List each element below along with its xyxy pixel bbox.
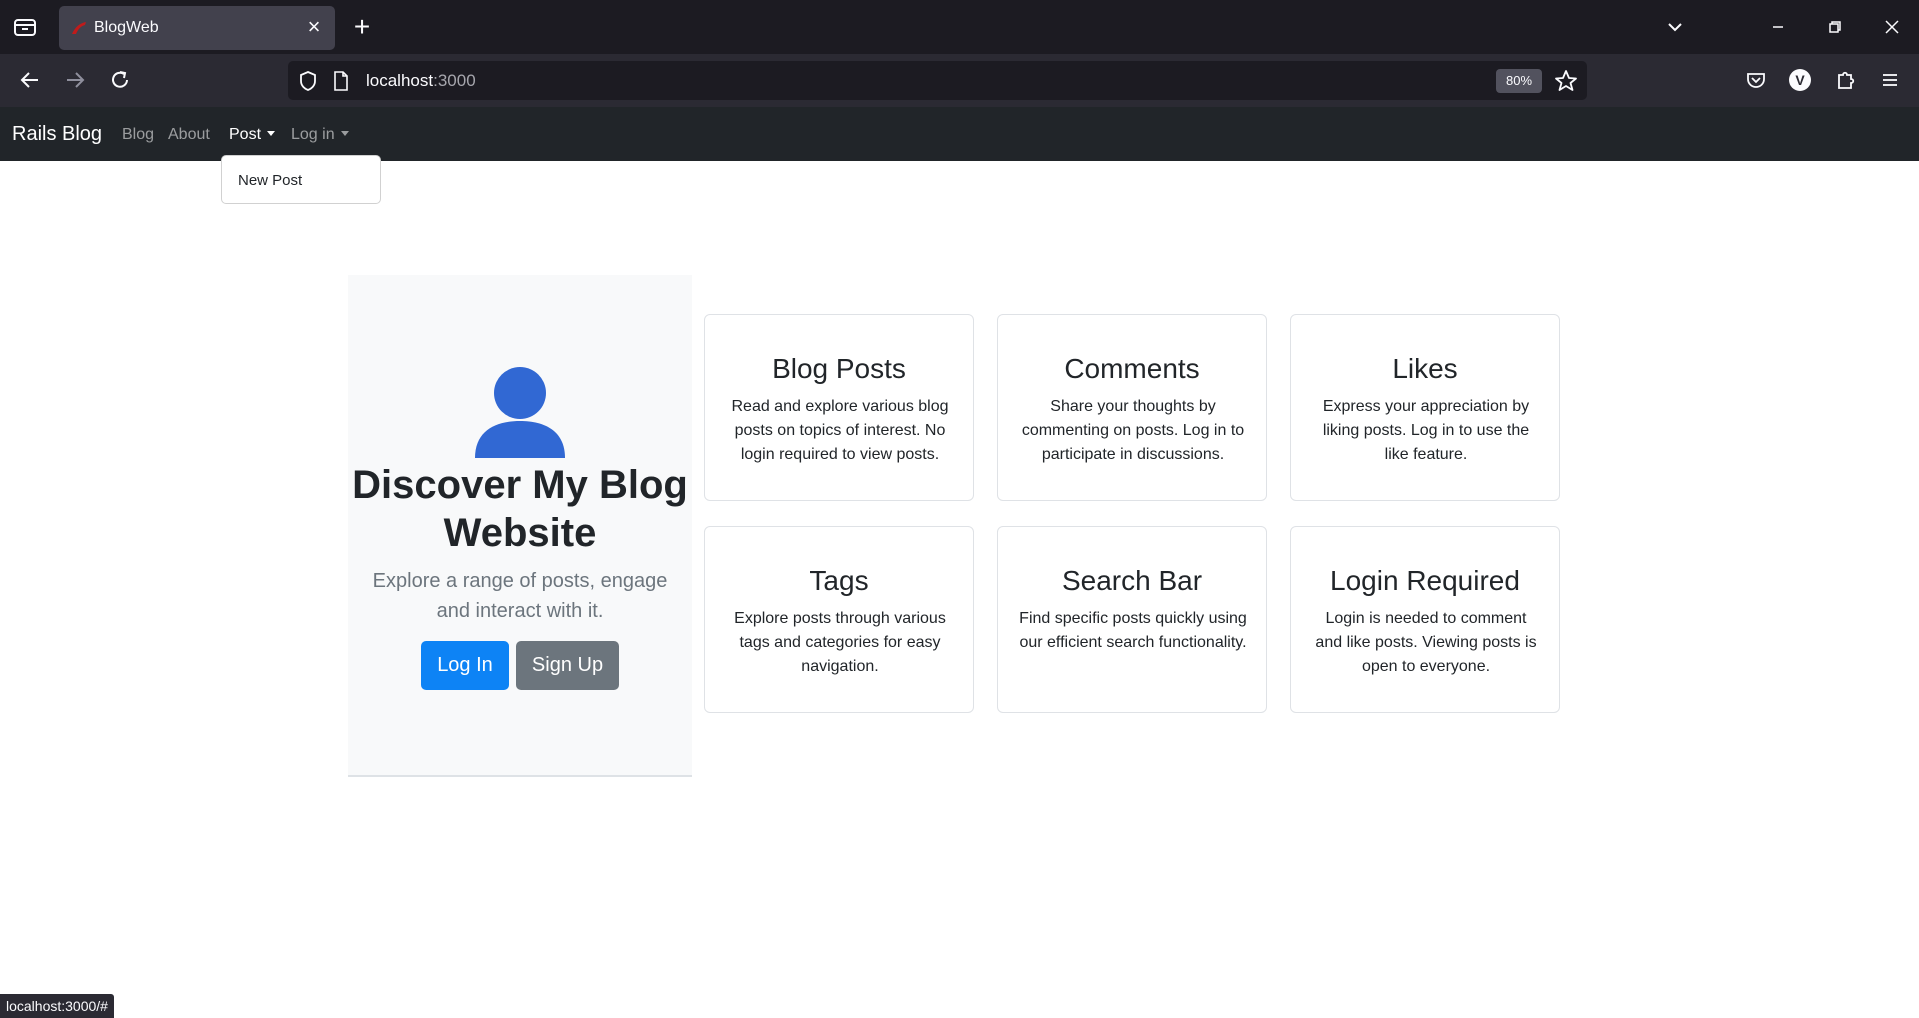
page-icon[interactable] bbox=[331, 70, 351, 92]
close-window-icon[interactable] bbox=[1879, 14, 1905, 40]
forward-arrow-icon[interactable] bbox=[61, 66, 89, 94]
card-text: Explore posts through various tags and c… bbox=[734, 610, 946, 675]
pocket-icon[interactable] bbox=[1742, 66, 1770, 94]
card-text: Share your thoughts by commenting on pos… bbox=[1021, 398, 1245, 463]
nav-dropdown-post[interactable]: Post bbox=[229, 126, 276, 144]
url-host: localhost bbox=[366, 71, 434, 90]
feature-card: Tags Explore posts through various tags … bbox=[704, 526, 974, 713]
back-arrow-icon[interactable] bbox=[16, 66, 44, 94]
post-dropdown-menu: New Post bbox=[221, 155, 381, 204]
minimize-icon[interactable] bbox=[1765, 14, 1791, 40]
new-tab-icon[interactable]: + bbox=[349, 13, 375, 41]
browser-tab[interactable]: BlogWeb × bbox=[59, 6, 335, 50]
hero-panel: Discover My Blog Website Explore a range… bbox=[348, 275, 692, 777]
caret-down-icon bbox=[340, 131, 349, 136]
card-text: Read and explore various blog posts on t… bbox=[731, 398, 949, 463]
url-port: :3000 bbox=[433, 71, 476, 90]
card-text: Find specific posts quickly using our ef… bbox=[1019, 610, 1247, 651]
nav-link-blog[interactable]: Blog bbox=[122, 126, 154, 144]
card-title: Blog Posts bbox=[772, 353, 906, 384]
hero-title: Discover My Blog Website bbox=[352, 463, 688, 555]
tab-overflow-chevron-icon[interactable] bbox=[1662, 14, 1688, 40]
rails-favicon-icon bbox=[71, 21, 87, 35]
card-text: Express your appreciation by liking post… bbox=[1322, 398, 1530, 463]
card-text: Login is needed to comment and like post… bbox=[1315, 610, 1537, 675]
link-status-bar: localhost:3000/# bbox=[0, 994, 114, 1018]
card-title: Comments bbox=[1064, 353, 1200, 384]
tab-title: BlogWeb bbox=[94, 19, 159, 36]
feature-card: Comments Share your thoughts by commenti… bbox=[997, 314, 1267, 501]
feature-card: Login Required Login is needed to commen… bbox=[1290, 526, 1560, 713]
feature-card: Search Bar Find specific posts quickly u… bbox=[997, 526, 1267, 713]
extension-v-icon[interactable]: V bbox=[1786, 66, 1814, 94]
url-text[interactable]: localhost:3000 bbox=[366, 71, 476, 91]
browser-tab-bar: BlogWeb × + bbox=[0, 0, 1919, 54]
extensions-puzzle-icon[interactable] bbox=[1832, 66, 1860, 94]
card-title: Tags bbox=[809, 565, 869, 596]
brand-link[interactable]: Rails Blog bbox=[12, 123, 102, 146]
restore-icon[interactable] bbox=[1822, 14, 1848, 40]
nav-dropdown-login[interactable]: Log in bbox=[291, 126, 349, 144]
nav-link-about[interactable]: About bbox=[168, 126, 210, 144]
card-title: Login Required bbox=[1330, 565, 1520, 596]
shield-icon[interactable] bbox=[297, 70, 319, 92]
signup-button[interactable]: Sign Up bbox=[516, 641, 619, 690]
svg-text:V: V bbox=[1795, 72, 1805, 88]
bookmark-star-icon[interactable] bbox=[1554, 69, 1578, 93]
close-tab-icon[interactable]: × bbox=[303, 16, 325, 38]
nav-login-label: Log in bbox=[291, 126, 335, 143]
reload-icon[interactable] bbox=[106, 66, 134, 94]
hamburger-menu-icon[interactable] bbox=[1876, 66, 1904, 94]
dropdown-item-new-post[interactable]: New Post bbox=[238, 172, 302, 189]
hero-subtitle: Explore a range of posts, engage and int… bbox=[372, 570, 668, 622]
feature-card: Blog Posts Read and explore various blog… bbox=[704, 314, 974, 501]
browser-toolbar: localhost:3000 80% V bbox=[0, 54, 1919, 107]
site-navbar: Rails Blog Blog About Post Log in bbox=[0, 107, 1919, 161]
zoom-level-badge[interactable]: 80% bbox=[1496, 69, 1542, 93]
login-button[interactable]: Log In bbox=[421, 641, 509, 690]
card-title: Likes bbox=[1392, 353, 1458, 384]
nav-post-label: Post bbox=[229, 126, 262, 143]
tab-list-icon[interactable] bbox=[12, 15, 38, 39]
feature-card: Likes Express your appreciation by likin… bbox=[1290, 314, 1560, 501]
caret-down-icon bbox=[267, 131, 276, 136]
address-bar[interactable]: localhost:3000 80% bbox=[288, 61, 1587, 100]
card-title: Search Bar bbox=[1061, 565, 1203, 596]
user-avatar-icon bbox=[473, 364, 567, 458]
